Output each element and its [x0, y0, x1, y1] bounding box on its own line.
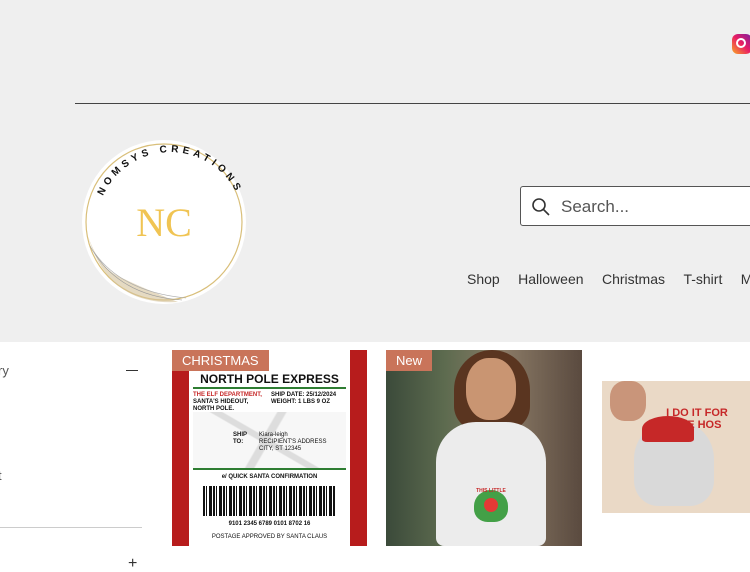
nav-item-tshirt[interactable]: T-shirt	[683, 271, 722, 287]
search-icon	[532, 198, 550, 216]
ticket-confirmation: e/ QUICK SANTA CONFIRMATION	[221, 474, 318, 480]
ticket-ship-to-label: SHIP TO:	[233, 432, 247, 445]
product-image: NORTH POLE EXPRESS THE ELF DEPARTMENT, S…	[189, 350, 350, 546]
instagram-icon[interactable]	[732, 34, 750, 54]
nav-item-shop[interactable]: Shop	[467, 271, 500, 287]
nav-item-halloween[interactable]: Halloween	[518, 271, 583, 287]
product-card-santa-sweater[interactable]: I DO IT FOR THE HOS	[602, 381, 750, 513]
filter-item[interactable]: t	[0, 468, 2, 483]
site-header: NOMSYS CREATIONS NC Shop Halloween Chris…	[0, 0, 750, 342]
product-badge: New	[386, 350, 433, 371]
nav-item-christmas[interactable]: Christmas	[602, 271, 665, 287]
ticket-recipient-name: Kiara-leigh	[259, 432, 288, 438]
product-card-maternity-tshirt[interactable]: THIS LITTLE New	[386, 350, 582, 546]
nav-item-mug[interactable]: Mug	[741, 271, 750, 287]
ticket-title: NORTH POLE EXPRESS	[200, 372, 339, 386]
search-input[interactable]	[559, 192, 750, 222]
ticket-ship-date: SHIP DATE: 25/12/2024	[271, 392, 337, 398]
sweater-print-text: I DO IT FOR THE HOS	[666, 407, 728, 431]
ticket-tracking: 9101 2345 6789 0101 8702 16	[228, 521, 311, 527]
tshirt-print-text: THIS LITTLE	[476, 488, 506, 494]
model-hand	[610, 381, 646, 421]
filter-section-label[interactable]: ry	[0, 363, 9, 378]
ticket-weight: WEIGHT: 1 LBS 9 OZ	[271, 399, 331, 405]
ticket-footer: POSTAGE APPROVED BY SANTA CLAUS	[211, 534, 328, 540]
ticket-rule	[193, 387, 346, 389]
main-nav: Shop Halloween Christmas T-shirt Mug	[467, 271, 750, 289]
barcode	[203, 486, 336, 516]
product-card-north-pole-ticket[interactable]: NORTH POLE EXPRESS THE ELF DEPARTMENT, S…	[172, 350, 367, 546]
minus-icon[interactable]	[126, 370, 138, 371]
model-face	[466, 358, 516, 420]
tshirt-body	[436, 422, 546, 546]
ticket-recipient-address: RECIPIENT'S ADDRESS	[259, 439, 327, 445]
ticket-from-line: THE ELF DEPARTMENT,	[193, 392, 262, 398]
product-badge: CHRISTMAS	[172, 350, 269, 371]
sidebar-divider	[0, 527, 142, 528]
logo-monogram: NC	[136, 200, 192, 245]
ticket-rule	[193, 468, 346, 470]
search-bar[interactable]	[520, 186, 750, 226]
ticket-from-line: SANTA'S HIDEOUT,	[193, 399, 249, 405]
plus-icon[interactable]: +	[128, 556, 137, 572]
brand-logo[interactable]: NOMSYS CREATIONS NC	[78, 136, 250, 308]
header-divider	[75, 103, 750, 104]
ticket-recipient-city: CITY, ST 12345	[259, 446, 302, 452]
